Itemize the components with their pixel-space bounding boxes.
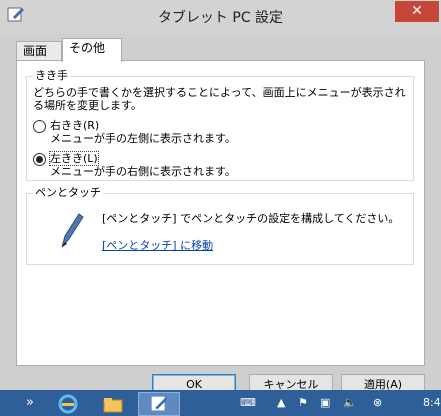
pen-touch-description: [ペンとタッチ] でペンとタッチの設定を構成してください。 — [102, 212, 400, 225]
left-handed-radio[interactable] — [33, 153, 46, 166]
handedness-description: どちらの手で書くかを選択することによって、画面上にメニューが表示される場所を変更… — [33, 86, 406, 112]
pen-icon — [61, 213, 84, 248]
internet-explorer-icon[interactable] — [56, 392, 80, 416]
show-hidden-icons-icon[interactable]: ▲ — [277, 394, 289, 412]
handedness-group-title: きき手 — [33, 69, 70, 83]
right-handed-label: 右きき(R) — [50, 119, 100, 132]
right-handed-description: メニューが手の左側に表示されます。 — [50, 132, 236, 145]
tab-screen[interactable]: 画面 — [16, 41, 62, 61]
left-handed-description: メニューが手の右側に表示されます。 — [50, 165, 236, 178]
title-bar[interactable]: タブレット PC 設定 ✕ — [0, 0, 441, 34]
tablet-settings-taskbar-icon[interactable] — [138, 392, 180, 416]
taskbar: » ⌨ ▲ ⚑ ▣ 🔈 ⊗ 8:4 — [0, 390, 441, 416]
taskbar-chevron-icon[interactable]: » — [20, 392, 40, 416]
tab-other[interactable]: その他 — [62, 38, 122, 62]
right-handed-radio[interactable] — [33, 120, 46, 133]
pen-touch-group-title: ペンとタッチ — [33, 186, 103, 200]
window-title: タブレット PC 設定 — [157, 10, 284, 26]
pen-touch-link[interactable]: [ペンとタッチ] に移動 — [102, 237, 213, 253]
file-explorer-icon[interactable] — [100, 392, 126, 416]
tablet-pc-settings-window: タブレット PC 設定 ✕ 画面 その他 きき手 どちらの手で書くかを選択するこ… — [0, 0, 441, 416]
tab-panel: きき手 どちらの手で書くかを選択することによって、画面上にメニューが表示される場… — [16, 60, 425, 366]
network-icon[interactable]: ▣ — [320, 394, 336, 412]
volume-icon[interactable]: 🔈 — [343, 394, 359, 412]
system-clock[interactable]: 8:4 — [423, 394, 441, 412]
left-handed-label: 左きき(L) — [49, 151, 99, 166]
keyboard-icon[interactable]: ⌨ — [240, 394, 260, 412]
close-button[interactable]: ✕ — [395, 1, 439, 22]
pen-touch-group: ペンとタッチ [ペンとタッチ] でペンとタッチの設定を構成してください。 [ペン… — [26, 186, 414, 265]
close-circle-icon[interactable]: ⊗ — [373, 394, 389, 412]
handedness-group: きき手 どちらの手で書くかを選択することによって、画面上にメニューが表示される場… — [26, 69, 414, 181]
action-center-flag-icon[interactable]: ⚑ — [298, 394, 310, 412]
